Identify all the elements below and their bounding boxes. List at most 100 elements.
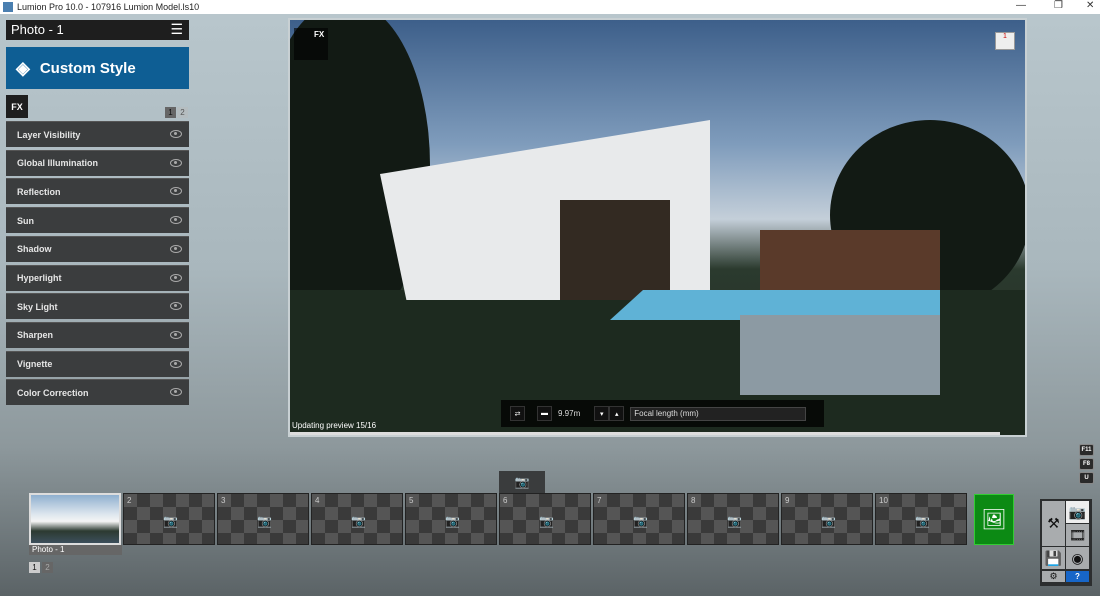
effect-item[interactable]: Sharpen [6,321,189,348]
slot-number: 4 [315,496,320,505]
photo-slot[interactable]: 2 📷 [123,493,215,545]
viewport[interactable]: FX 1 [288,18,1027,437]
window-title: Lumion Pro 10.0 - 107916 Lumion Model.ls… [17,2,200,12]
slot-number: 5 [409,496,414,505]
camera-icon: 📷 [727,514,742,528]
eye-icon[interactable] [170,359,182,368]
photo-slot[interactable]: 7 📷 [593,493,685,545]
photo-slot[interactable]: 9 📷 [781,493,873,545]
mode-panel: ⚒ 📷 🎞 💾 ◉ ⚙ ? [1040,499,1092,586]
slot-number: 2 [127,496,132,505]
key-f8[interactable]: F8 [1079,458,1094,470]
camera-icon: 📷 [163,514,178,528]
camera-icon: 📷 [915,514,930,528]
slot-number: 6 [503,496,508,505]
eye-icon[interactable] [170,158,182,167]
effect-item[interactable]: Sky Light [6,293,189,320]
photo-slot[interactable] [29,493,121,545]
photo-slot[interactable]: 3 📷 [217,493,309,545]
slot-number: 8 [691,496,696,505]
render-button[interactable]: 🖼 [974,494,1014,545]
fx-page-2[interactable]: 2 [177,107,188,118]
camera-icon: 📷 [821,514,836,528]
key-u[interactable]: U [1079,472,1094,484]
effect-item[interactable]: Hyperlight [6,264,189,291]
eye-icon[interactable] [170,388,182,397]
photo-slot[interactable]: 6 📷 [499,493,591,545]
effect-item[interactable]: Global Illumination [6,149,189,176]
effect-label: Reflection [17,186,61,197]
photo-header: Photo - 1 ☰ [6,20,189,40]
photo-mode-icon[interactable]: 📷 [1066,501,1089,523]
effect-item[interactable]: Layer Visibility [6,121,189,147]
effect-item[interactable]: Reflection [6,178,189,205]
title-bar: Lumion Pro 10.0 - 107916 Lumion Model.ls… [0,0,1100,14]
effect-label: Global Illumination [17,158,98,169]
effect-label: Sky Light [17,301,58,312]
slot-number: 3 [221,496,226,505]
slot-number: 10 [879,496,888,505]
photo-slot[interactable]: 4 📷 [311,493,403,545]
up-button[interactable]: ▴ [609,406,625,421]
camera-height-icon[interactable]: ▬ [537,406,552,421]
help-button[interactable]: ? [1066,571,1089,582]
effect-label: Sharpen [17,330,54,341]
maximize-button[interactable]: ❐ [1054,0,1063,11]
photo-slot[interactable]: 8 📷 [687,493,779,545]
minimize-button[interactable]: — [1016,0,1026,11]
photos-icon: 🖼 [981,509,1007,531]
effect-label: Sun [17,215,34,226]
style-button[interactable]: ◈ Custom Style [6,47,189,89]
app-icon [3,2,13,12]
settings-icon[interactable]: ⚙ [1042,571,1065,582]
down-button[interactable]: ▾ [594,406,610,421]
build-mode-icon[interactable]: ⚒ [1042,501,1065,546]
render-preview[interactable]: FX 1 [290,20,1025,435]
fx-badge[interactable]: FX [294,28,328,60]
effect-item[interactable]: Shadow [6,235,189,262]
photo-1-label: Photo - 1 [29,545,122,555]
eye-icon[interactable] [170,216,182,225]
progress-bar [290,432,1000,435]
camera-height: 9.97m [558,409,581,418]
camera-icon: 📷 [633,514,648,528]
preview-badge[interactable]: 1 [995,32,1015,50]
take-photo-button[interactable]: 📷 [499,471,545,493]
eye-icon[interactable] [170,330,182,339]
eye-icon[interactable] [170,130,182,138]
slot-number: 7 [597,496,602,505]
photo-title: Photo - 1 [11,22,64,37]
photo-slot[interactable]: 10 📷 [875,493,967,545]
eye-icon[interactable] [170,244,182,253]
strip-page-1[interactable]: 1 [29,562,40,573]
camera-icon: 📷 [445,514,460,528]
effect-item[interactable]: Color Correction [6,379,189,406]
camera-icon: 📷 [514,475,530,489]
360-mode-icon[interactable]: ◉ [1066,547,1089,569]
strip-page-2[interactable]: 2 [42,562,53,573]
status-text: Updating preview 15/16 [292,421,377,430]
effect-label: Hyperlight [17,273,62,283]
focal-length-field[interactable]: Focal length (mm) [630,406,807,421]
effect-label: Shadow [17,244,52,255]
slot-number: 9 [785,496,790,505]
camera-icon: 📷 [257,514,272,528]
close-button[interactable]: ✕ [1086,0,1094,11]
eye-icon[interactable] [170,187,182,196]
movie-mode-icon[interactable]: 🎞 [1066,524,1089,546]
effect-label: Color Correction [17,387,89,398]
effect-item[interactable]: Vignette [6,350,189,377]
eye-icon[interactable] [170,302,182,311]
effect-label: Vignette [17,359,53,370]
save-icon[interactable]: 💾 [1042,547,1065,569]
eye-icon[interactable] [170,273,182,282]
photo-slot[interactable]: 5 📷 [405,493,497,545]
menu-icon[interactable]: ☰ [170,21,183,38]
camera-icon: 📷 [539,514,554,528]
effect-item[interactable]: Sun [6,207,189,234]
swap-icon[interactable]: ⇄ [510,406,525,421]
fx-tab[interactable]: FX [6,95,28,118]
key-f11[interactable]: F11 [1079,444,1094,456]
fx-page-1[interactable]: 1 [165,107,176,118]
camera-icon: 📷 [351,514,366,528]
